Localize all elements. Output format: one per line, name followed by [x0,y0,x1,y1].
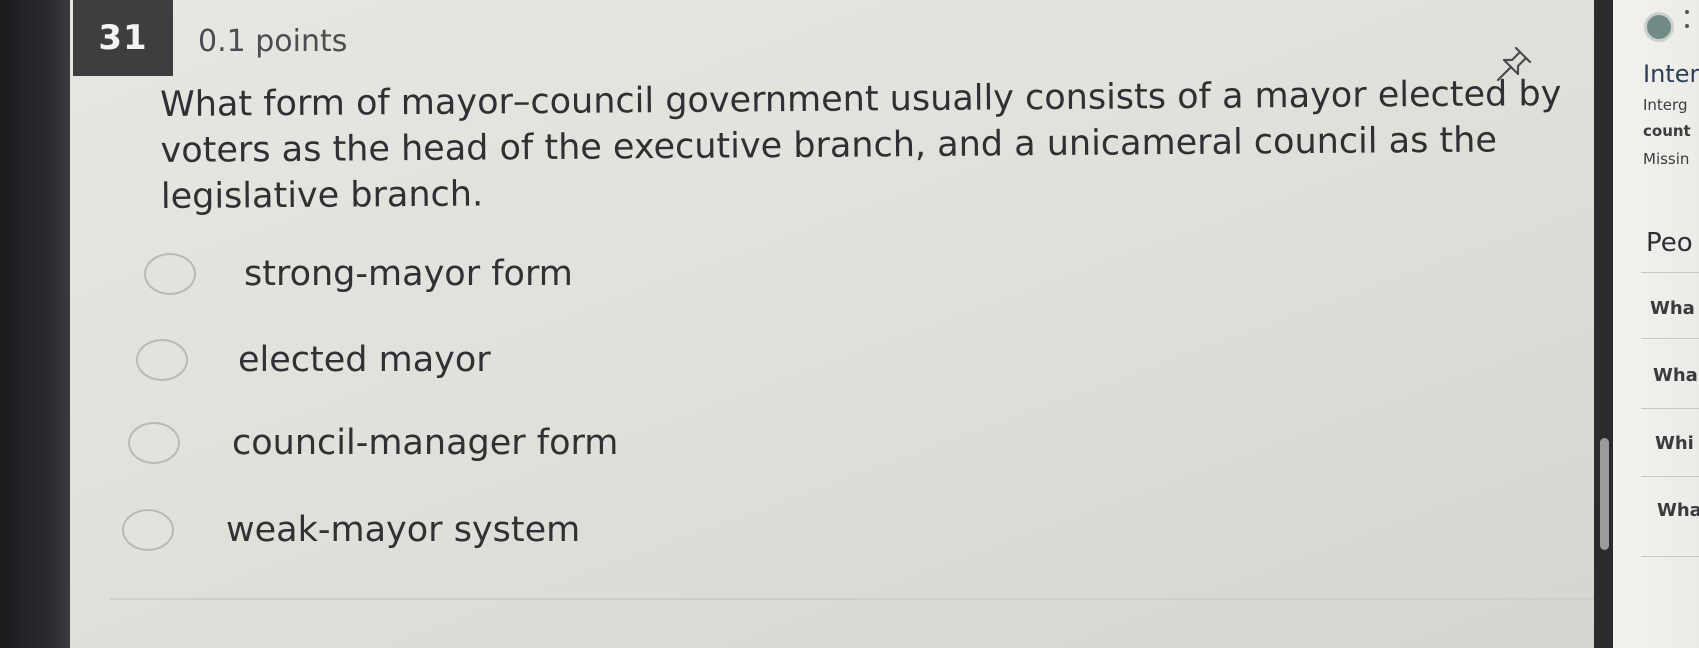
radio-button[interactable] [122,509,174,551]
answer-label: weak-mayor system [226,510,581,550]
sidebar-divider [1641,476,1699,477]
sidebar-subtext: Interg [1643,96,1688,114]
answer-label: elected mayor [238,340,491,380]
radio-button[interactable] [136,339,188,381]
answer-label: strong-mayor form [244,254,573,294]
sidebar-divider [1641,272,1699,273]
right-sidebar: Inter Interg count Missin Peo Wha Wha Wh… [1613,0,1699,648]
question-number-badge: 31 [73,0,173,76]
answer-option[interactable]: weak-mayor system [122,500,580,560]
answer-option[interactable]: strong-mayor form [144,244,573,304]
sidebar-item[interactable]: Wha [1657,500,1699,521]
scrollbar-thumb[interactable] [1600,438,1609,550]
question-points: 0.1 points [198,24,348,59]
sidebar-divider [1641,408,1699,409]
sidebar-item[interactable]: Wha [1653,365,1698,386]
answer-option[interactable]: council-manager form [128,413,618,473]
sidebar-title[interactable]: Inter [1643,60,1699,88]
sidebar-subtext: Missin [1643,150,1690,168]
answer-label: council-manager form [232,423,619,463]
question-panel: 31 0.1 points What form of mayor–council… [70,0,1594,648]
scrollbar[interactable] [1597,0,1613,648]
panel-divider [110,598,1594,600]
more-options-icon[interactable] [1685,4,1691,48]
sidebar-divider [1641,556,1699,557]
screen: 31 0.1 points What form of mayor–council… [0,0,1699,648]
sidebar-item[interactable]: Whi [1655,433,1694,454]
radio-button[interactable] [144,253,196,295]
sidebar-heading: Peo [1646,228,1693,258]
sidebar-item[interactable]: Wha [1650,298,1695,319]
avatar[interactable] [1644,12,1674,42]
answer-option[interactable]: elected mayor [136,330,491,390]
sidebar-divider [1641,338,1699,339]
sidebar-subtext: count [1643,122,1691,140]
radio-button[interactable] [128,422,180,464]
question-text: What form of mayor–council government us… [160,73,1562,217]
screen-bezel [0,0,70,648]
